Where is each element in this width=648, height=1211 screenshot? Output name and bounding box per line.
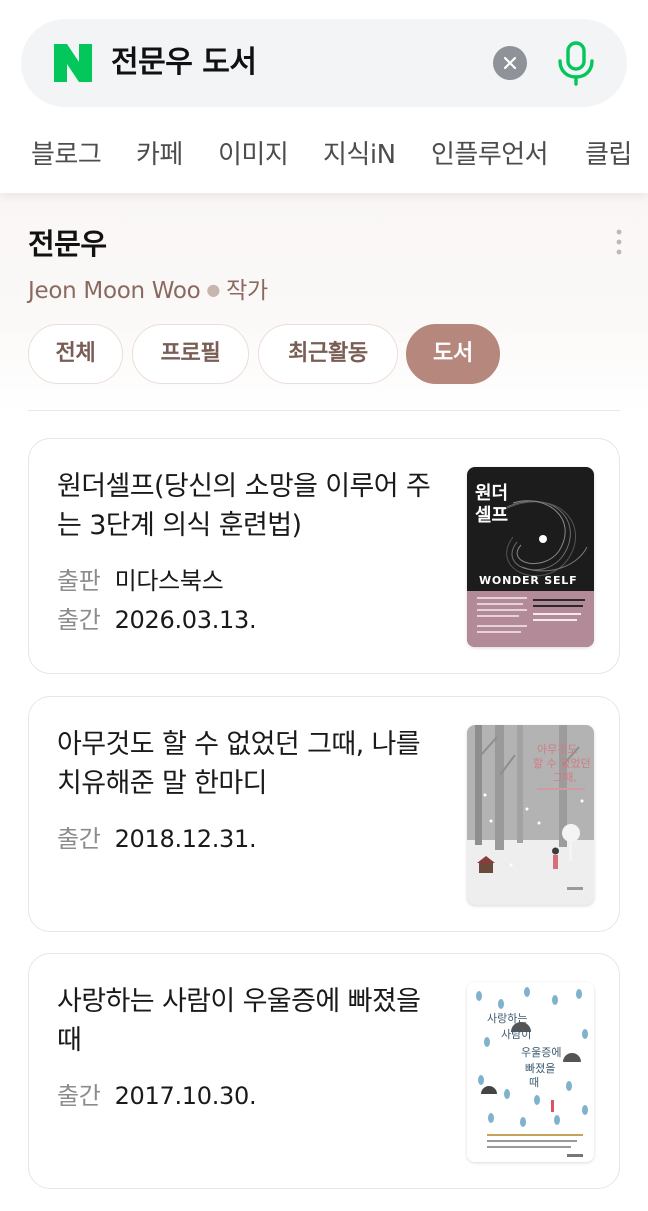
cover-title-line2: 사람이 xyxy=(501,1028,531,1041)
tab-cafe[interactable]: 카페 xyxy=(136,130,183,180)
publisher-label: 출판 xyxy=(57,567,101,595)
book-title[interactable]: 사랑하는 사람이 우울증에 빠졌을 때 xyxy=(57,982,442,1060)
search-tabs: 블로그 카페 이미지 지식iN 인플루언서 클립 xyxy=(0,130,648,180)
tab-clip[interactable]: 클립 xyxy=(585,130,632,180)
tab-influencer[interactable]: 인플루언서 xyxy=(431,130,549,180)
book-date: 출간 2026.03.13. xyxy=(57,600,257,635)
cover-title-line3: 우울증에 xyxy=(521,1046,561,1059)
date-label: 출간 xyxy=(57,1082,101,1110)
book-publisher: 출판 미다스북스 xyxy=(57,561,224,596)
author-profile: 전문우 Jeon Moon Woo ● 작가 전체 프로필 최근활동 도서 xyxy=(0,193,648,413)
book-date: 출간 2018.12.31. xyxy=(57,819,257,854)
author-subline: Jeon Moon Woo ● 작가 xyxy=(28,271,268,305)
microphone-icon[interactable] xyxy=(554,40,598,86)
tab-blog[interactable]: 블로그 xyxy=(31,130,102,180)
tab-image[interactable]: 이미지 xyxy=(218,130,289,180)
cover-english-title: WONDER SELF xyxy=(479,574,577,587)
cover-title-line3: 그때, xyxy=(553,771,577,784)
divider xyxy=(28,410,620,411)
date-value: 2026.03.13. xyxy=(114,606,257,634)
chip-all[interactable]: 전체 xyxy=(28,324,123,384)
cover-art-wonder-self: 원더 셀프 WONDER SELF xyxy=(467,467,594,647)
close-icon xyxy=(503,56,517,70)
tab-kin[interactable]: 지식iN xyxy=(323,130,396,180)
clear-search-button[interactable] xyxy=(493,46,527,80)
more-options-icon[interactable] xyxy=(610,227,628,257)
author-romanized-name: Jeon Moon Woo xyxy=(28,278,201,304)
book-card[interactable]: 원더셀프(당신의 소망을 이루어 주는 3단계 의식 훈련법) 출판 미다스북스 … xyxy=(28,438,620,674)
naver-logo-icon[interactable] xyxy=(54,44,92,82)
chip-profile[interactable]: 프로필 xyxy=(132,324,249,384)
cover-art-rain-drops: 사랑하는 사람이 우울증에 빠졌을 때 xyxy=(467,982,594,1162)
book-cover[interactable]: 사랑하는 사람이 우울증에 빠졌을 때 xyxy=(467,982,594,1162)
book-title[interactable]: 아무것도 할 수 없었던 그때, 나를 치유해준 말 한마디 xyxy=(57,725,442,803)
date-label: 출간 xyxy=(57,825,101,853)
cover-title-line2: 셀프 xyxy=(475,505,508,526)
chip-books[interactable]: 도서 xyxy=(406,324,500,384)
book-card[interactable]: 아무것도 할 수 없었던 그때, 나를 치유해준 말 한마디 출간 2018.12… xyxy=(28,696,620,932)
cover-title-line1: 사랑하는 xyxy=(487,1011,527,1025)
date-label: 출간 xyxy=(57,606,101,634)
date-value: 2018.12.31. xyxy=(114,825,257,853)
book-card[interactable]: 사랑하는 사람이 우울증에 빠졌을 때 출간 2017.10.30. 사랑하는 사… xyxy=(28,953,620,1189)
cover-title-line4: 빠졌을 xyxy=(525,1062,555,1075)
cover-title-line5: 때 xyxy=(529,1076,539,1089)
author-name[interactable]: 전문우 xyxy=(28,221,107,263)
search-input[interactable]: 전문우 도서 xyxy=(111,41,257,85)
book-title[interactable]: 원더셀프(당신의 소망을 이루어 주는 3단계 의식 훈련법) xyxy=(57,467,442,545)
cover-title-line1: 아무것도 xyxy=(537,743,577,756)
search-header: 전문우 도서 블로그 카페 이미지 지식iN 인플루언서 클립 xyxy=(0,0,648,193)
cover-title-line1: 원더 xyxy=(475,483,508,504)
book-cover[interactable]: 원더 셀프 WONDER SELF xyxy=(467,467,594,647)
cover-art-winter-trees: 아무것도 할 수 없었던 그때, xyxy=(467,725,594,905)
date-value: 2017.10.30. xyxy=(114,1082,257,1110)
book-date: 출간 2017.10.30. xyxy=(57,1076,257,1111)
author-role: 작가 xyxy=(226,278,268,304)
chip-recent-activity[interactable]: 최근활동 xyxy=(258,324,398,384)
publisher-value: 미다스북스 xyxy=(114,567,224,595)
book-cover[interactable]: 아무것도 할 수 없었던 그때, xyxy=(467,725,594,905)
separator-dot: ● xyxy=(206,280,221,299)
cover-title-line2: 할 수 없었던 xyxy=(533,757,591,770)
search-bar[interactable]: 전문우 도서 xyxy=(21,19,627,107)
